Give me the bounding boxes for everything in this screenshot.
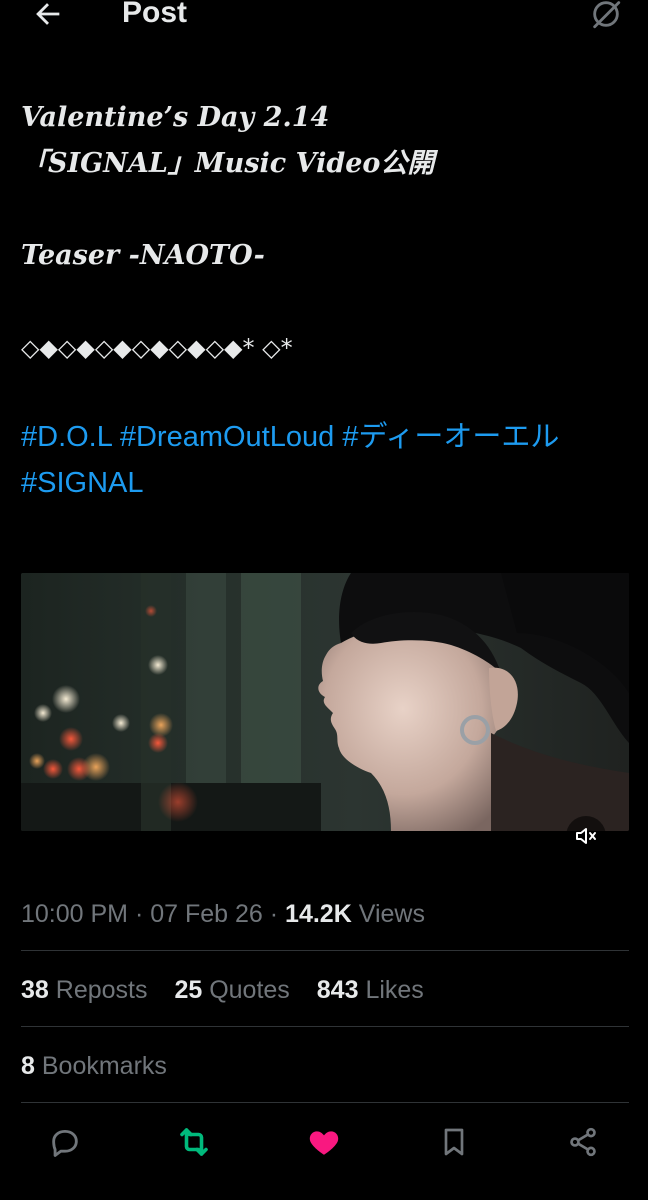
reply-button[interactable] [41, 1118, 89, 1166]
post-time: 10:00 PM [21, 900, 129, 928]
divider [21, 950, 629, 951]
hashtag-link[interactable]: #SIGNAL [21, 467, 144, 499]
share-button[interactable] [559, 1118, 607, 1166]
post-timestamp: 10:00 PM · 07 Feb 26 · 14.2K Views [21, 896, 425, 932]
likes-label: Likes [365, 976, 424, 1004]
bookmark-icon [444, 1128, 464, 1156]
post-text: Valentine’s Day 2.14 「SIGNAL」Music Video… [21, 95, 621, 371]
quotes-count: 25 [174, 976, 203, 1004]
reposts-count: 38 [21, 976, 49, 1004]
reply-icon [52, 1129, 78, 1157]
bookmarks-count: 8 [21, 1052, 35, 1080]
reposts-stat[interactable]: 38 Reposts [21, 976, 147, 1004]
views-label: Views [358, 900, 425, 928]
likes-stat[interactable]: 843 Likes [317, 976, 424, 1004]
share-icon [570, 1127, 596, 1157]
heart-icon [309, 1131, 339, 1155]
bookmark-button[interactable] [430, 1118, 478, 1166]
mute-icon [576, 828, 596, 844]
grok-button[interactable] [586, 0, 626, 34]
back-button[interactable] [28, 0, 68, 34]
hashtag-list: #D.O.L #DreamOutLoud #ディーオーエル #SIGNAL [21, 414, 631, 506]
repost-icon [180, 1128, 208, 1156]
video-player[interactable] [21, 573, 629, 831]
reposts-label: Reposts [55, 976, 148, 1004]
separator: · [262, 900, 286, 928]
quotes-label: Quotes [209, 976, 290, 1004]
post-line-subtitle: 「SIGNAL」Music Video公開 [21, 148, 435, 179]
bookmarks-label: Bookmarks [41, 1052, 167, 1080]
repost-button[interactable] [170, 1118, 218, 1166]
engagement-stats: 38 Reposts 25 Quotes 843 Likes [21, 972, 444, 1008]
hashtag-link[interactable]: #D.O.L [21, 421, 112, 453]
post-line-title: Valentine’s Day 2.14 [21, 102, 330, 133]
post-line-decoration: ◇◆◇◆◇◆◇◆◇◆◇◆* ◇* [21, 334, 293, 362]
page-title: Post [122, 0, 188, 29]
hashtag-link[interactable]: #DreamOutLoud [120, 421, 334, 453]
mute-button[interactable] [566, 816, 606, 856]
likes-count: 843 [316, 976, 359, 1004]
bookmarks-stat[interactable]: 8 Bookmarks [21, 1048, 167, 1084]
quotes-stat[interactable]: 25 Quotes [174, 976, 289, 1004]
video-thumbnail [21, 573, 629, 831]
grok-icon [593, 1, 621, 29]
action-bar [0, 1118, 648, 1166]
views-count: 14.2K [285, 900, 352, 928]
top-bar: Post [0, 0, 648, 36]
hashtag-link[interactable]: #ディーオーエル [342, 421, 559, 453]
like-button[interactable] [300, 1118, 348, 1166]
post-date: 07 Feb 26 [150, 900, 263, 928]
post-line-teaser: Teaser -NAOTO- [21, 240, 265, 271]
arrow-left-icon [36, 3, 60, 25]
divider [21, 1026, 629, 1027]
separator: · [128, 900, 151, 928]
divider [21, 1102, 629, 1103]
